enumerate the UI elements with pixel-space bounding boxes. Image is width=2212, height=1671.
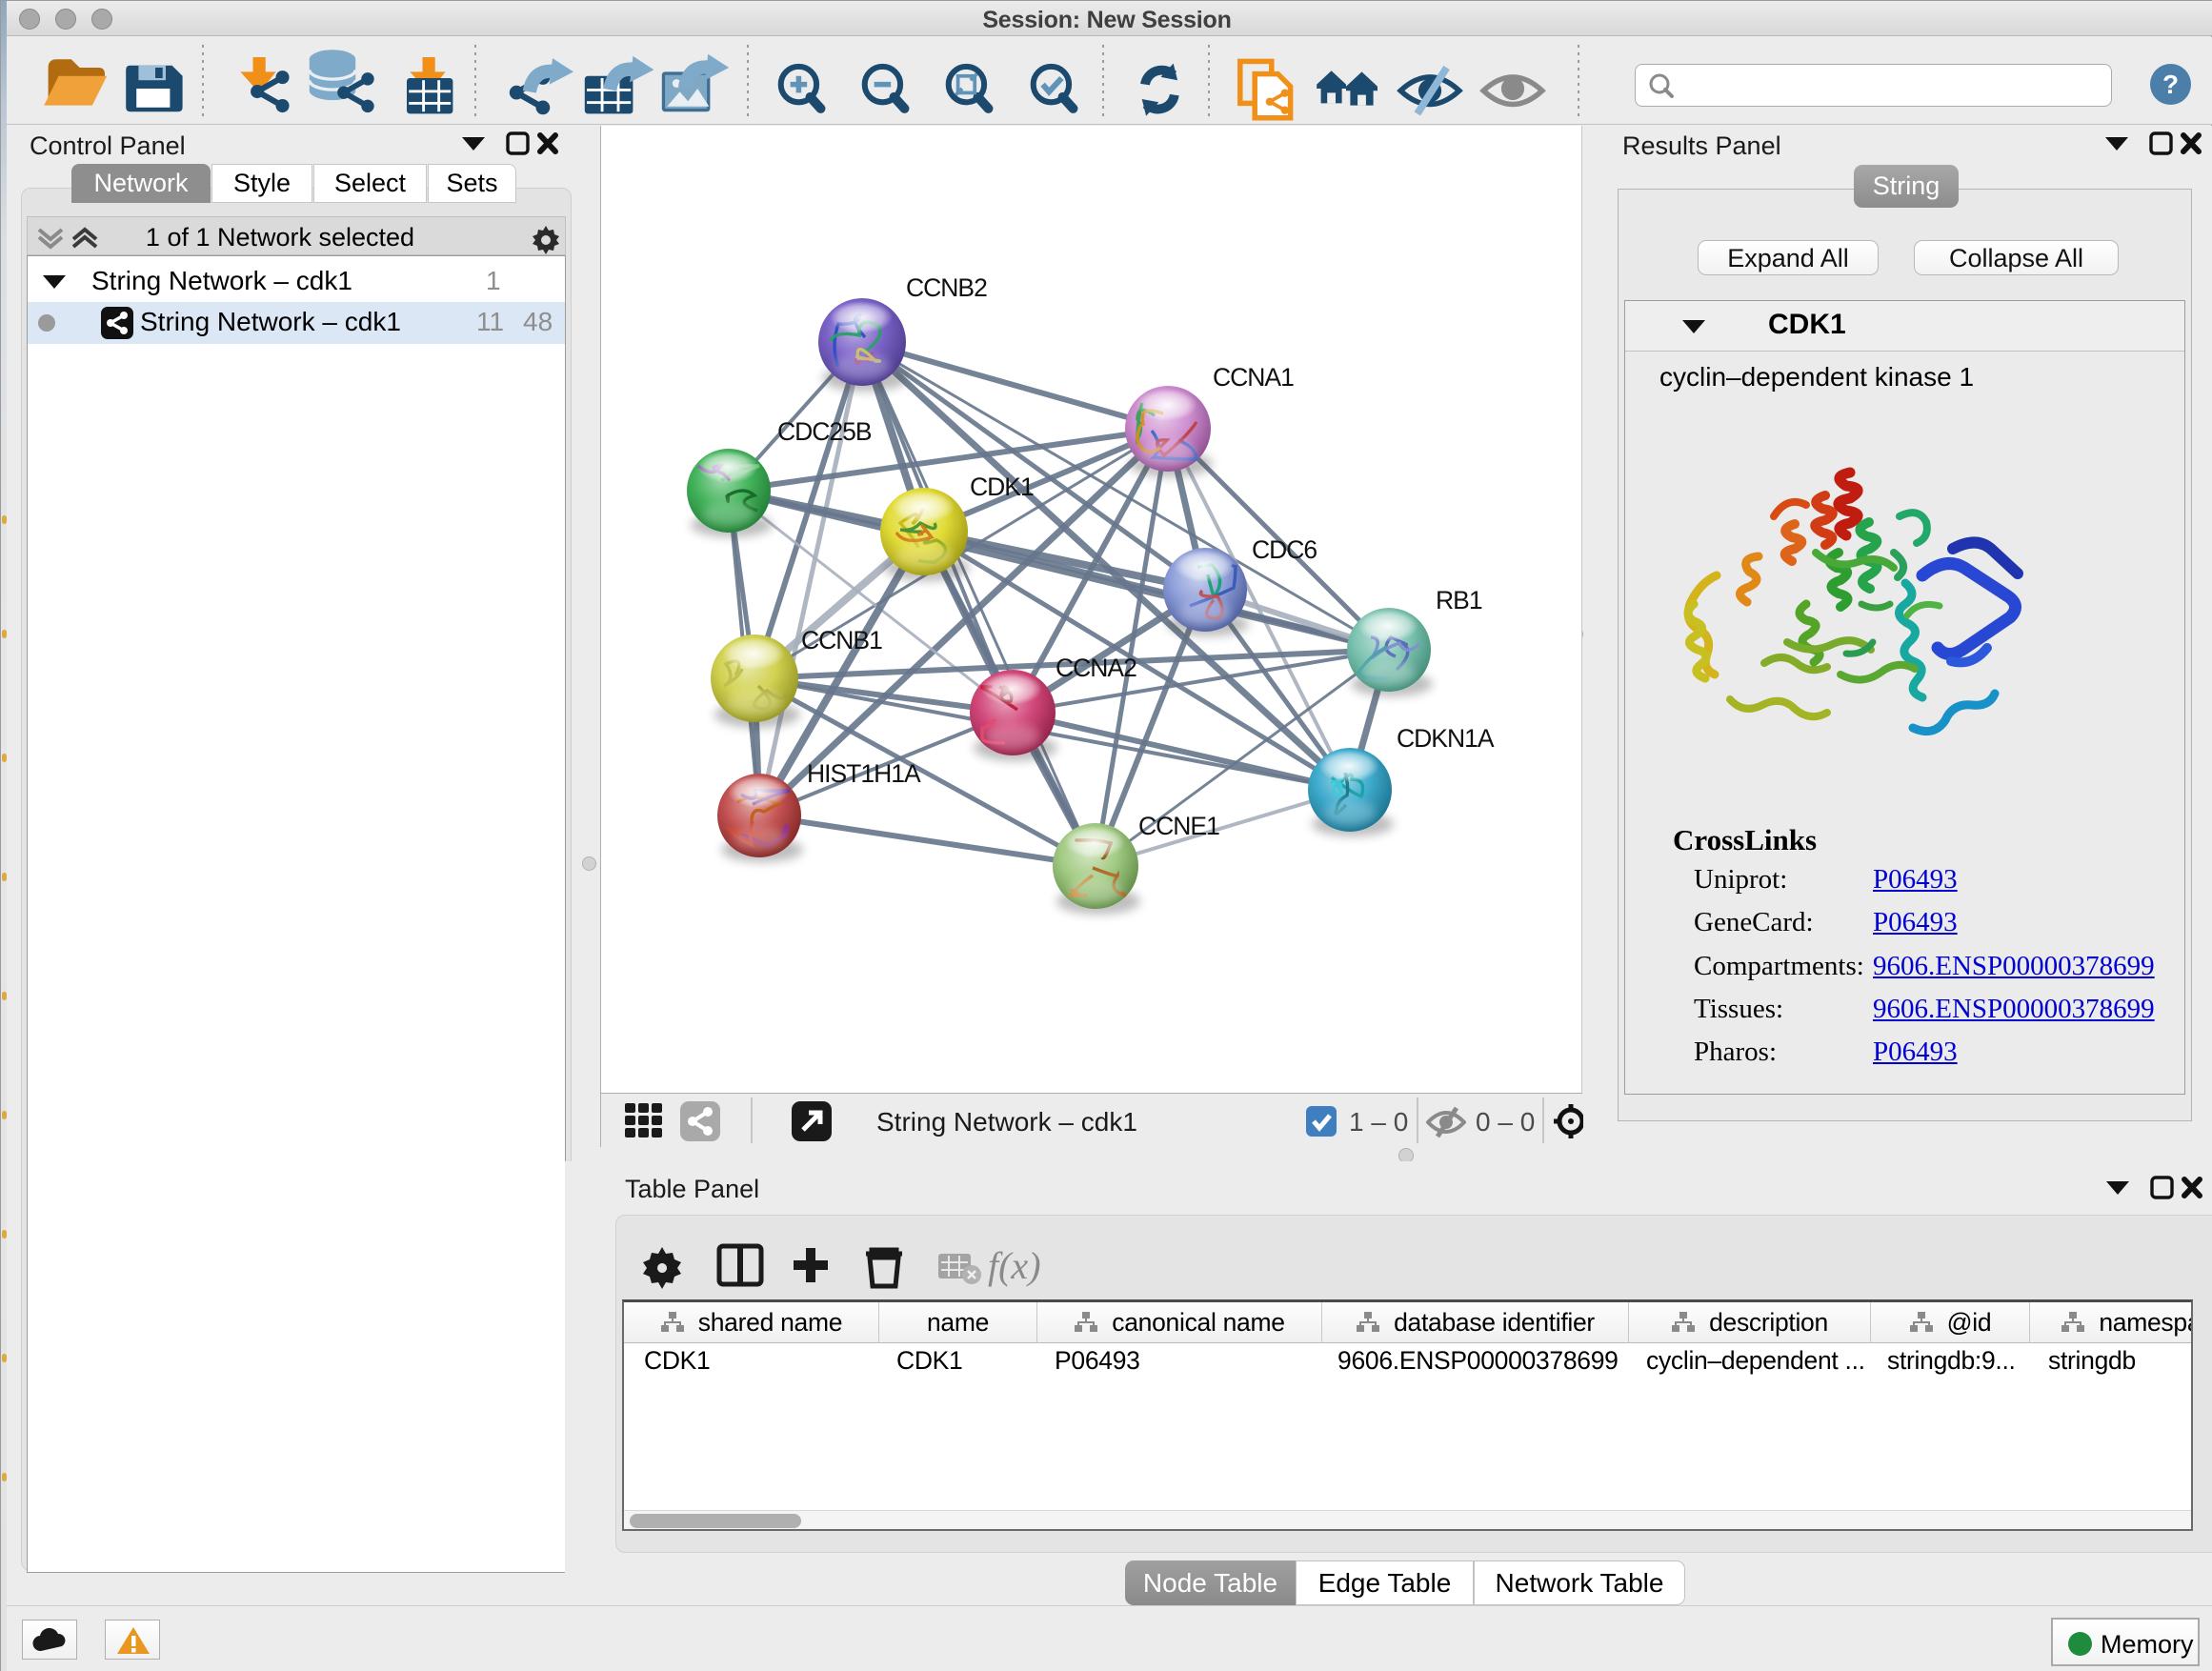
svg-text:CCNE1: CCNE1 [1138, 812, 1219, 840]
svg-text:CCNB2: CCNB2 [906, 273, 987, 302]
svg-text:HIST1H1A: HIST1H1A [807, 759, 921, 788]
svg-text:CDKN1A: CDKN1A [1397, 724, 1495, 753]
svg-text:CDC6: CDC6 [1252, 535, 1317, 564]
svg-text:CDK1: CDK1 [970, 473, 1034, 501]
svg-text:CDC25B: CDC25B [777, 417, 872, 446]
svg-text:CCNA2: CCNA2 [1056, 654, 1136, 682]
svg-text:f(x): f(x) [988, 1244, 1041, 1287]
svg-text:CCNA1: CCNA1 [1213, 363, 1294, 392]
svg-text:CCNB1: CCNB1 [801, 626, 882, 654]
svg-text:RB1: RB1 [1436, 586, 1482, 614]
